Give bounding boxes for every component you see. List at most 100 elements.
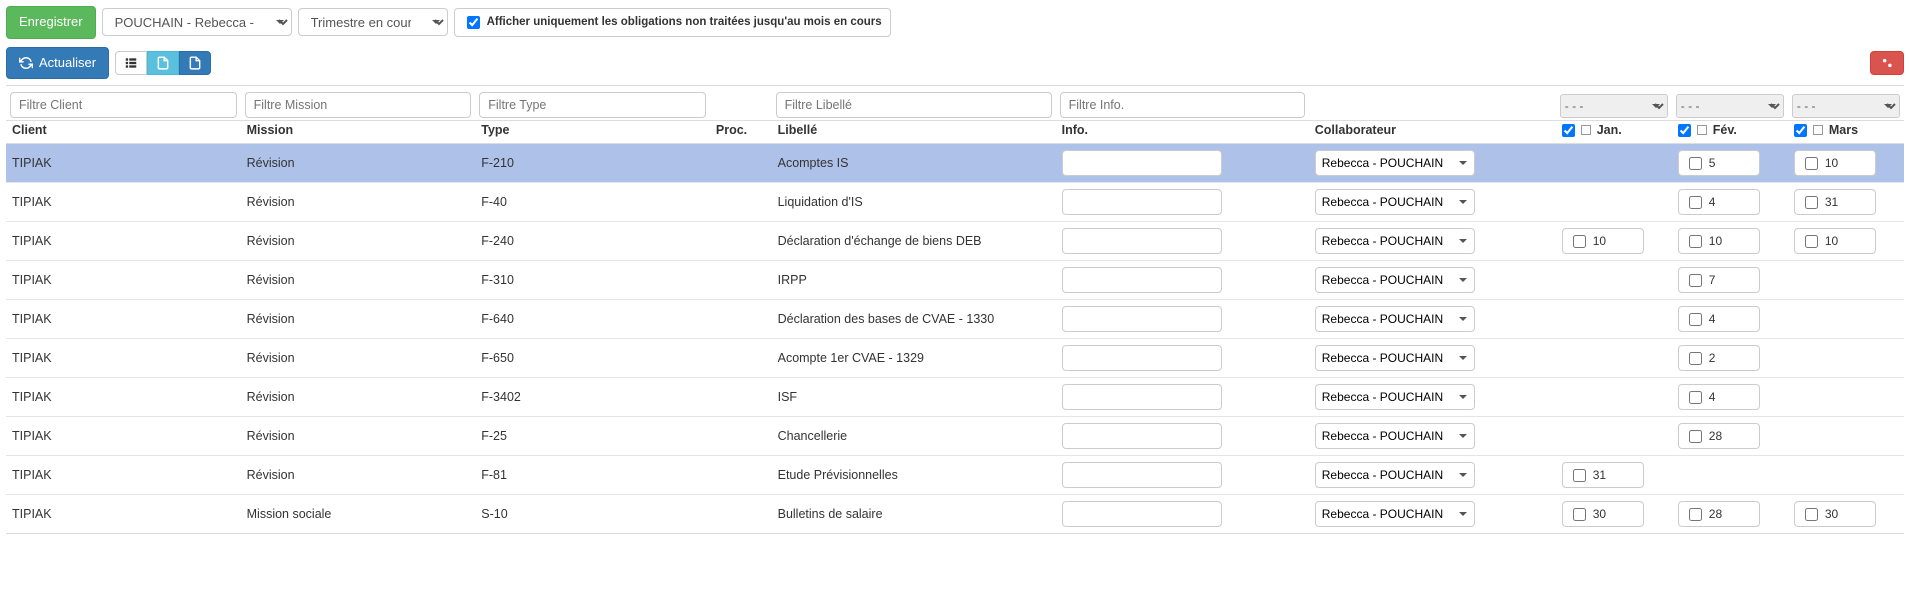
table-row[interactable]: TIPIAKRévisionF-3402ISFRebecca - POUCHAI… xyxy=(6,378,1904,417)
table-row[interactable]: TIPIAKMission socialeS-10Bulletins de sa… xyxy=(6,495,1904,534)
month-cell[interactable]: 28 xyxy=(1678,501,1760,527)
cell-collab-select[interactable]: Rebecca - POUCHAIN xyxy=(1315,501,1475,527)
cell-collab-select[interactable]: Rebecca - POUCHAIN xyxy=(1315,345,1475,371)
month-cell-checkbox[interactable] xyxy=(1573,235,1586,248)
header-type[interactable]: Type xyxy=(475,121,710,144)
cell-info-input[interactable] xyxy=(1062,345,1222,371)
cell-info-input[interactable] xyxy=(1062,228,1222,254)
table-row[interactable]: TIPIAKRévisionF-210Acomptes ISRebecca - … xyxy=(6,144,1904,183)
filter-libelle[interactable] xyxy=(776,92,1052,118)
filter-client[interactable] xyxy=(10,92,237,118)
header-libelle[interactable]: Libellé xyxy=(772,121,1056,144)
cell-collab-select[interactable]: Rebecca - POUCHAIN xyxy=(1315,150,1475,176)
month-fev-checkall[interactable] xyxy=(1678,124,1691,137)
month-cell[interactable]: 30 xyxy=(1794,501,1876,527)
month-cell-value: 10 xyxy=(1825,234,1838,248)
month-cell[interactable]: 10 xyxy=(1794,150,1876,176)
cell-info-input[interactable] xyxy=(1062,423,1222,449)
month-cell-checkbox[interactable] xyxy=(1805,196,1818,209)
only-untreated-checkbox[interactable] xyxy=(467,16,480,29)
month-cell[interactable]: 10 xyxy=(1794,228,1876,254)
month-cell-checkbox[interactable] xyxy=(1689,430,1702,443)
cell-info-input[interactable] xyxy=(1062,501,1222,527)
month-cell[interactable]: 4 xyxy=(1678,384,1760,410)
month-cell[interactable]: 30 xyxy=(1562,501,1644,527)
table-row[interactable]: TIPIAKRévisionF-240Déclaration d'échange… xyxy=(6,222,1904,261)
month-cell-checkbox[interactable] xyxy=(1689,352,1702,365)
month-cell-checkbox[interactable] xyxy=(1805,508,1818,521)
cell-libelle: Acompte 1er CVAE - 1329 xyxy=(772,339,1056,378)
month-cell[interactable]: 31 xyxy=(1562,462,1644,488)
month-jan-checkall[interactable] xyxy=(1562,124,1575,137)
cell-collab-select[interactable]: Rebecca - POUCHAIN xyxy=(1315,462,1475,488)
month-cell-checkbox[interactable] xyxy=(1689,313,1702,326)
cell-type: F-81 xyxy=(475,456,710,495)
refresh-button[interactable]: Actualiser xyxy=(6,47,109,80)
cell-client: TIPIAK xyxy=(6,183,241,222)
view-list-button[interactable] xyxy=(115,51,147,75)
header-month-mars[interactable]: Mars xyxy=(1788,121,1904,144)
filter-info[interactable] xyxy=(1060,92,1305,118)
month-cell-checkbox[interactable] xyxy=(1689,274,1702,287)
table-row[interactable]: TIPIAKRévisionF-25ChancellerieRebecca - … xyxy=(6,417,1904,456)
export-2-button[interactable] xyxy=(179,51,211,75)
cell-collab-select[interactable]: Rebecca - POUCHAIN xyxy=(1315,267,1475,293)
month-cell-checkbox[interactable] xyxy=(1805,235,1818,248)
month-cell-checkbox[interactable] xyxy=(1689,391,1702,404)
header-collab[interactable]: Collaborateur xyxy=(1309,121,1556,144)
month-cell[interactable]: 2 xyxy=(1678,345,1760,371)
cell-info-input[interactable] xyxy=(1062,462,1222,488)
month-cell[interactable]: 7 xyxy=(1678,267,1760,293)
user-select[interactable]: POUCHAIN - Rebecca - RP xyxy=(102,8,292,36)
cell-info-input[interactable] xyxy=(1062,384,1222,410)
cell-collab-select[interactable]: Rebecca - POUCHAIN xyxy=(1315,384,1475,410)
cell-info-input[interactable] xyxy=(1062,267,1222,293)
cell-info-input[interactable] xyxy=(1062,306,1222,332)
save-button[interactable]: Enregistrer xyxy=(6,6,96,39)
month-cell-checkbox[interactable] xyxy=(1689,508,1702,521)
filter-mission[interactable] xyxy=(245,92,472,118)
filter-type[interactable] xyxy=(479,92,706,118)
cell-info-input[interactable] xyxy=(1062,150,1222,176)
cell-type: F-3402 xyxy=(475,378,710,417)
header-client[interactable]: Client xyxy=(6,121,241,144)
settings-button[interactable] xyxy=(1870,51,1904,75)
cell-collab-select[interactable]: Rebecca - POUCHAIN xyxy=(1315,423,1475,449)
cell-client: TIPIAK xyxy=(6,378,241,417)
filter-month-mars[interactable]: - - - xyxy=(1792,94,1900,118)
filter-month-fev[interactable]: - - - xyxy=(1676,94,1784,118)
month-cell-checkbox[interactable] xyxy=(1689,235,1702,248)
cell-collab-select[interactable]: Rebecca - POUCHAIN xyxy=(1315,306,1475,332)
table-row[interactable]: TIPIAKRévisionF-81Etude PrévisionnellesR… xyxy=(6,456,1904,495)
table-row[interactable]: TIPIAKRévisionF-640Déclaration des bases… xyxy=(6,300,1904,339)
cell-collab-select[interactable]: Rebecca - POUCHAIN xyxy=(1315,189,1475,215)
filter-month-jan[interactable]: - - - xyxy=(1560,94,1668,118)
table-row[interactable]: TIPIAKRévisionF-40Liquidation d'ISRebecc… xyxy=(6,183,1904,222)
header-proc[interactable]: Proc. xyxy=(710,121,772,144)
file-icon xyxy=(156,56,170,70)
month-cell[interactable]: 10 xyxy=(1562,228,1644,254)
month-cell-checkbox[interactable] xyxy=(1805,157,1818,170)
month-cell-checkbox[interactable] xyxy=(1573,508,1586,521)
month-cell[interactable]: 31 xyxy=(1794,189,1876,215)
period-select[interactable]: Trimestre en cours xyxy=(298,8,448,36)
month-cell[interactable]: 5 xyxy=(1678,150,1760,176)
month-cell-checkbox[interactable] xyxy=(1689,157,1702,170)
cell-info-input[interactable] xyxy=(1062,189,1222,215)
month-cell[interactable]: 10 xyxy=(1678,228,1760,254)
month-cell-checkbox[interactable] xyxy=(1573,469,1586,482)
month-cell[interactable]: 28 xyxy=(1678,423,1760,449)
header-month-fev[interactable]: Fév. xyxy=(1672,121,1788,144)
month-cell[interactable]: 4 xyxy=(1678,306,1760,332)
month-cell-checkbox[interactable] xyxy=(1689,196,1702,209)
month-cell[interactable]: 4 xyxy=(1678,189,1760,215)
export-1-button[interactable] xyxy=(147,51,179,75)
header-month-jan[interactable]: Jan. xyxy=(1556,121,1672,144)
only-untreated-toggle[interactable]: Afficher uniquement les obligations non … xyxy=(454,8,891,37)
table-row[interactable]: TIPIAKRévisionF-310IRPPRebecca - POUCHAI… xyxy=(6,261,1904,300)
cell-collab-select[interactable]: Rebecca - POUCHAIN xyxy=(1315,228,1475,254)
header-info[interactable]: Info. xyxy=(1056,121,1309,144)
month-mars-checkall[interactable] xyxy=(1794,124,1807,137)
header-mission[interactable]: Mission xyxy=(241,121,476,144)
table-row[interactable]: TIPIAKRévisionF-650Acompte 1er CVAE - 13… xyxy=(6,339,1904,378)
